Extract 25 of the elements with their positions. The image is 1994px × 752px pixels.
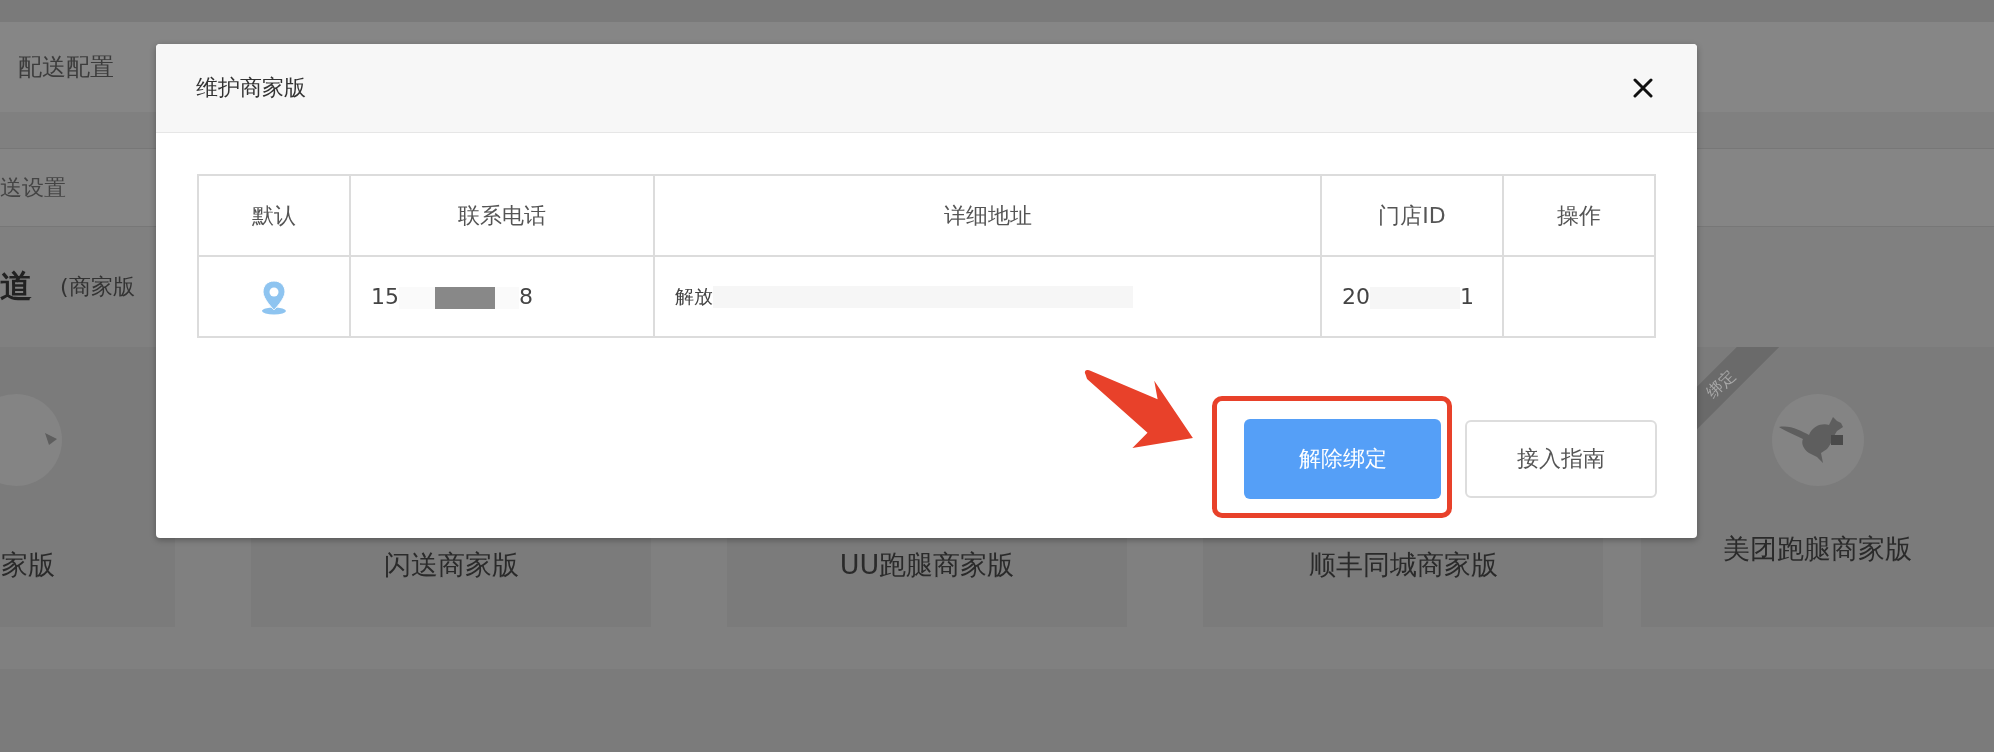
column-header: 操作 xyxy=(1503,175,1655,256)
card-label: 家版 xyxy=(1,548,55,582)
action-button[interactable]: 接入指南 xyxy=(1465,420,1657,498)
dialog-title: 维护商家版 xyxy=(196,74,306,102)
table-cell: 20 xyxy=(1342,284,1370,309)
card-label: 顺丰同城商家版 xyxy=(1308,548,1498,582)
table-cell: 8 xyxy=(519,284,533,309)
column-header: 默认 xyxy=(198,175,350,256)
service-card[interactable]: 家版 xyxy=(0,347,175,627)
table-cell: 解放 xyxy=(675,284,713,307)
kangaroo-icon xyxy=(1770,393,1865,487)
card-label: UU跑腿商家版 xyxy=(839,548,1015,582)
action-button[interactable]: 解除绑定 xyxy=(1244,419,1441,499)
column-header: 详细地址 xyxy=(654,175,1321,256)
column-header: 联系电话 xyxy=(350,175,654,256)
close-icon[interactable] xyxy=(1633,78,1653,98)
table-cell: 15 xyxy=(371,284,399,309)
table-cell: 1 xyxy=(1460,284,1474,309)
card-label: 美团跑腿商家版 xyxy=(1723,532,1912,566)
page-title: 配送配置 xyxy=(18,52,114,83)
section-note: (商家版 xyxy=(60,273,135,301)
column-header: 门店ID xyxy=(1321,175,1503,256)
section-title: 道 xyxy=(0,266,32,307)
tab-label[interactable]: 送设置 xyxy=(0,172,66,203)
card-label: 闪送商家版 xyxy=(383,548,519,582)
